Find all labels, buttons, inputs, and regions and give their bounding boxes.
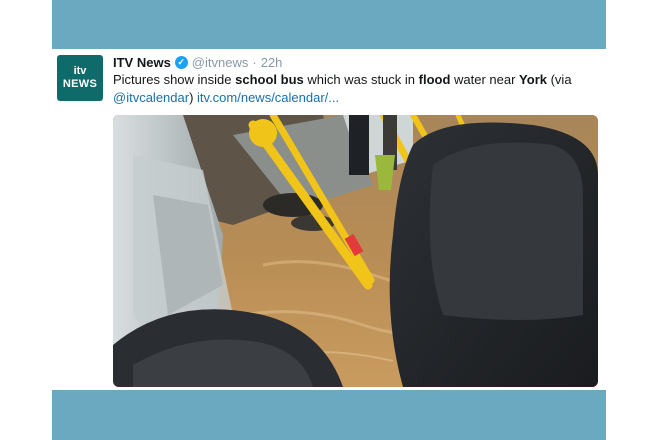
account-name[interactable]: ITV News [113,55,171,70]
article-url-link[interactable]: itv.com/news/calendar/... [197,90,339,105]
screenshot-stage: itv NEWS ITV News ✓ @itvnews · 22h Pictu… [0,0,660,440]
tweet-text: Pictures show inside school bus which wa… [113,71,599,107]
avatar-line-2: NEWS [62,78,98,90]
tweet-text-part: Pictures show inside [113,72,236,87]
flooded-school-bus-interior-photo[interactable] [113,115,598,387]
verified-badge-icon: ✓ [174,55,188,69]
mention-link[interactable]: @itvcalendar [113,90,189,105]
tweet-text-part: water near [450,72,520,87]
tweet-text-part: ) [189,90,198,105]
account-handle[interactable]: @itvnews [192,55,249,70]
tweet-card[interactable]: itv NEWS ITV News ✓ @itvnews · 22h Pictu… [52,49,606,390]
top-banner [52,0,606,49]
tweet-text-part: which was stuck in [303,72,419,87]
tweet-header: ITV News ✓ @itvnews · 22h [113,53,282,71]
itv-news-avatar[interactable]: itv NEWS [57,55,103,101]
tweet-text-part: (via [546,72,572,87]
header-separator: · [252,54,257,70]
bottom-banner [52,390,606,440]
tweet-text-bold: flood [418,72,451,87]
avatar-line-1: itv [73,65,87,77]
tweet-text-bold: York [519,72,547,87]
tweet-text-bold: school bus [235,72,304,87]
tweet-timestamp[interactable]: 22h [261,55,283,70]
